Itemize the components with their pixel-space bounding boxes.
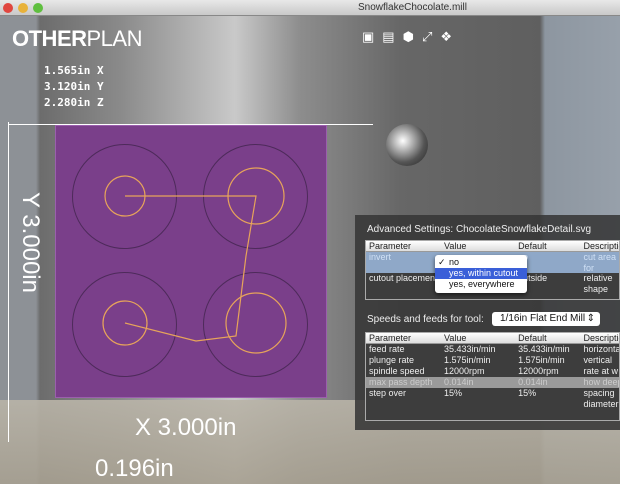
tool-select[interactable]: 1/16in Flat End Mill ⇕ xyxy=(492,312,600,326)
speeds-label: Speeds and feeds for tool: xyxy=(367,314,484,325)
table-row[interactable]: step over 15% 15% spacing diameter xyxy=(366,388,619,410)
coord-x: 1.565in X xyxy=(44,64,104,77)
zoom-button[interactable] xyxy=(33,3,43,13)
table-row[interactable]: plunge rate 1.575in/min 1.575in/min vertica… xyxy=(366,355,619,366)
book-icon[interactable]: ▣ xyxy=(362,29,374,49)
monitor-icon[interactable]: ▤ xyxy=(382,29,394,49)
pattern-icon[interactable]: ❖ xyxy=(440,29,452,49)
menu-item-everywhere[interactable]: yes, everywhere xyxy=(435,279,527,290)
invert-dropdown-menu: ✓ no yes, within cutout yes, everywhere xyxy=(435,255,527,293)
offset-dimension-label: 0.196in xyxy=(95,455,174,482)
table-header: ParameterValueDefaultDescription xyxy=(366,241,619,252)
panel-title: Advanced Settings: ChocolateSnowflakeDet… xyxy=(367,224,592,235)
material-stock[interactable] xyxy=(55,125,327,398)
table-row[interactable]: max pass depth 0.014in 0.014in how deep xyxy=(366,377,619,388)
table-row[interactable]: feed rate 35.433in/min 35.433in/min horizon… xyxy=(366,344,619,355)
menu-item-within-cutout[interactable]: yes, within cutout xyxy=(435,268,527,279)
table-header: ParameterValueDefaultDescription xyxy=(366,333,619,344)
close-button[interactable] xyxy=(3,3,13,13)
coord-z: 2.280in Z xyxy=(44,96,104,109)
coord-y: 3.120in Y xyxy=(44,80,104,93)
toolpath xyxy=(102,167,287,354)
x-dimension-label: X 3.000in xyxy=(135,414,237,441)
path-icon[interactable]: ⤢ xyxy=(422,29,432,49)
window-title: SnowflakeChocolate.mill xyxy=(358,2,467,13)
y-dimension-line xyxy=(8,122,9,442)
view-toolbar: ▣ ▤ ⬢ ⤢ ❖ xyxy=(362,29,452,49)
table-row[interactable]: spindle speed 12000rpm 12000rpm rate at w xyxy=(366,366,619,377)
minimize-button[interactable] xyxy=(18,3,28,13)
box-icon[interactable]: ⬢ xyxy=(403,29,414,49)
chevron-updown-icon: ⇕ xyxy=(586,313,595,324)
drill-bit xyxy=(386,124,428,166)
feeds-table: ParameterValueDefaultDescription feed ra… xyxy=(365,332,620,421)
logo: OTHERPLAN xyxy=(12,26,142,51)
y-dimension-label: Y 3.000in xyxy=(17,192,44,293)
title-bar: SnowflakeChocolate.mill xyxy=(0,0,620,16)
menu-item-no[interactable]: ✓ no xyxy=(435,257,527,268)
checkmark-icon: ✓ xyxy=(438,257,446,267)
